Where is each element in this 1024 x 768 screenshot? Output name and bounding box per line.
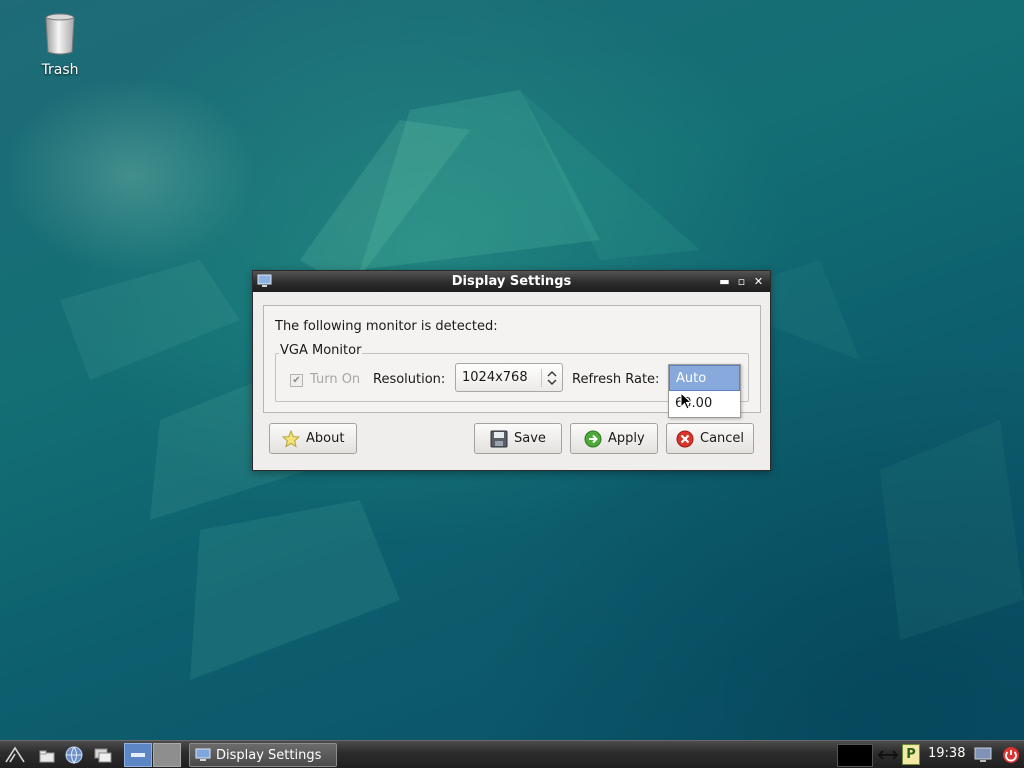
monitor-icon [195, 748, 211, 761]
group-title: VGA Monitor [279, 343, 363, 358]
trash-label: Trash [41, 62, 79, 78]
refresh-rate-dropdown[interactable]: Auto 60.00 [668, 364, 741, 418]
save-icon [490, 430, 508, 447]
resolution-value: 1024x768 [462, 370, 528, 385]
workspace-2-icon[interactable] [153, 743, 181, 767]
detected-label: The following monitor is detected: [275, 319, 498, 334]
refresh-option-auto[interactable]: Auto [669, 365, 740, 391]
window-titlebar[interactable]: Display Settings ▬ ▫ ✕ [253, 271, 770, 292]
taskbar-item-display-settings[interactable]: Display Settings [189, 743, 337, 767]
turn-on-label: Turn On [310, 372, 361, 387]
cancel-icon [676, 430, 694, 447]
display-settings-window: Display Settings ▬ ▫ ✕ The following mon… [252, 270, 771, 471]
star-icon [282, 429, 300, 448]
apply-icon [584, 430, 602, 447]
desktop-switch-icon[interactable] [92, 745, 114, 765]
monitor-icon [257, 274, 272, 287]
about-button[interactable]: About [269, 423, 357, 454]
close-icon[interactable]: ✕ [751, 274, 766, 289]
minimize-icon[interactable]: ▬ [717, 274, 732, 289]
resolution-label: Resolution: [373, 372, 446, 387]
workspace-1-icon[interactable] [124, 743, 152, 767]
spinner-arrows-icon [547, 371, 557, 385]
clipboard-icon[interactable]: P [902, 744, 920, 765]
maximize-icon[interactable]: ▫ [734, 274, 749, 289]
mouse-cursor-icon [680, 392, 692, 410]
turn-on-checkbox[interactable]: ✔ [290, 374, 303, 387]
browser-icon[interactable] [63, 745, 85, 765]
taskbar: Display Settings P 19:38 [0, 740, 1024, 768]
window-title: Display Settings [451, 274, 572, 289]
network-icon[interactable] [877, 745, 899, 765]
desktop-icon-trash[interactable]: Trash [30, 12, 90, 78]
resolution-combo[interactable]: 1024x768 [455, 363, 563, 392]
taskbar-item-label: Display Settings [216, 747, 322, 763]
trash-icon [45, 13, 75, 55]
apply-label: Apply [608, 431, 645, 446]
power-icon[interactable] [1000, 745, 1022, 765]
cpu-monitor-icon[interactable] [837, 744, 873, 767]
menu-icon[interactable] [4, 745, 26, 765]
apply-button[interactable]: Apply [570, 423, 658, 454]
about-label: About [306, 431, 345, 446]
clock[interactable]: 19:38 [928, 746, 965, 761]
cancel-label: Cancel [700, 431, 745, 446]
refresh-rate-label: Refresh Rate: [572, 372, 660, 387]
cancel-button[interactable]: Cancel [666, 423, 754, 454]
save-label: Save [514, 431, 546, 446]
screen-icon[interactable] [972, 745, 994, 765]
file-manager-icon[interactable] [36, 745, 58, 765]
save-button[interactable]: Save [474, 423, 562, 454]
